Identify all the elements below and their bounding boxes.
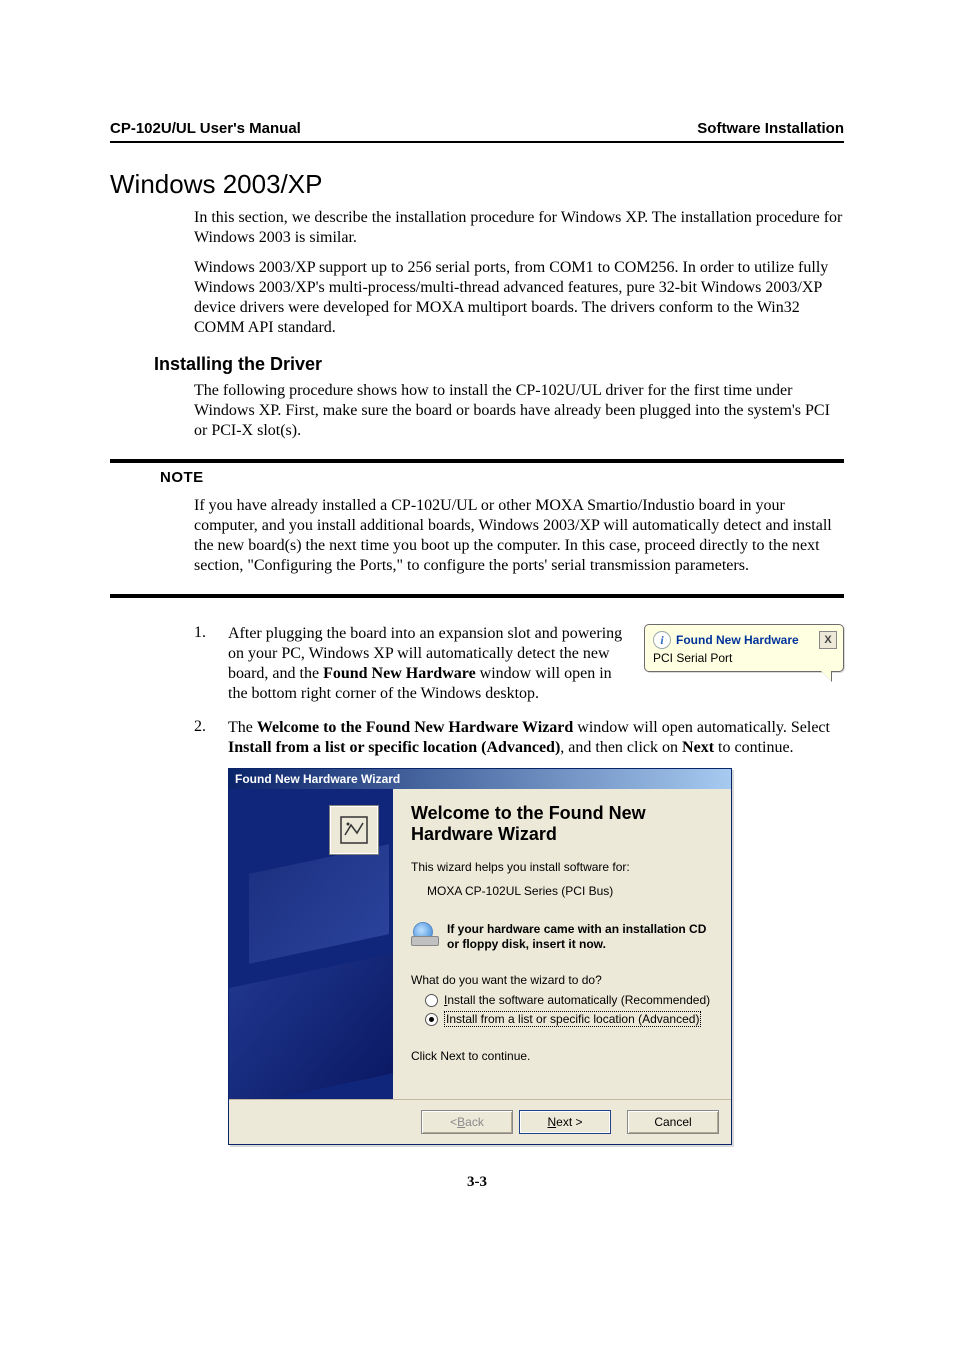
wizard-hardware-icon [329,805,379,855]
document-page: CP-102U/UL User's Manual Software Instal… [0,0,954,1351]
page-number: 3-3 [0,1174,954,1191]
step-1-bold: Found New Hardware [323,665,476,682]
wizard-click-next: Click Next to continue. [411,1049,715,1063]
note-box: NOTE If you have already installed a CP-… [110,459,844,598]
cd-icon [411,922,439,946]
next-button[interactable]: Next > [519,1110,611,1134]
radio-icon [425,994,438,1007]
step-2-post: to continue. [714,739,794,756]
balloon-title-text: Found New Hardware [676,633,799,647]
cancel-button[interactable]: Cancel [627,1110,719,1134]
wizard-titlebar: Found New Hardware Wizard [229,769,731,789]
balloon-tail [821,671,831,681]
step-2-number: 2. [110,718,228,758]
step-2-pre: The [228,719,257,736]
page-header: CP-102U/UL User's Manual Software Instal… [110,120,844,143]
header-right: Software Installation [697,120,844,137]
note-body: If you have already installed a CP-102U/… [194,496,844,576]
wizard-cd-hint: If your hardware came with an installati… [447,922,715,951]
next-post: ext > [556,1115,582,1129]
found-new-hardware-wizard-dialog: Found New Hardware Wizard Welcome to the… [228,768,732,1145]
intro-paragraph-1: In this section, we describe the install… [194,208,844,248]
step-2-bold2: Install from a list or specific location… [228,739,560,756]
step-1-number: 1. [110,624,228,704]
back-post: ack [465,1115,484,1129]
back-button: < Back [421,1110,513,1134]
next-u: N [547,1115,556,1129]
balloon-title: i Found New Hardware [653,631,799,649]
back-pre: < [450,1115,457,1129]
subsection-title: Installing the Driver [154,354,844,375]
wizard-help-line: This wizard helps you install software f… [411,860,715,874]
subsection-paragraph: The following procedure shows how to ins… [194,381,844,441]
wizard-option-advanced[interactable]: Install from a list or specific location… [425,1011,715,1027]
wizard-device-name: MOXA CP-102UL Series (PCI Bus) [427,884,715,898]
balloon-close-button[interactable]: X [819,631,837,649]
step-2-bold1: Welcome to the Found New Hardware Wizard [257,719,573,736]
note-label: NOTE [160,469,844,486]
wizard-side-graphic [229,789,393,1099]
step-1-text: After plugging the board into an expansi… [228,624,638,704]
intro-paragraph-2: Windows 2003/XP support up to 256 serial… [194,258,844,338]
back-u: B [457,1115,465,1129]
step-2-text: The Welcome to the Found New Hardware Wi… [228,718,844,758]
step-1-row: 1. After plugging the board into an expa… [110,624,844,704]
info-icon: i [653,631,671,649]
radio-icon-selected [425,1013,438,1026]
balloon-subtitle: PCI Serial Port [653,651,837,665]
header-left: CP-102U/UL User's Manual [110,120,301,137]
wizard-question: What do you want the wizard to do? [411,973,715,987]
found-new-hardware-balloon: i Found New Hardware X PCI Serial Port [644,624,844,704]
step-2-bold3: Next [682,739,714,756]
step-2-mid1: window will open automatically. Select [573,719,830,736]
wizard-cd-hint-row: If your hardware came with an installati… [411,922,715,951]
step-2-mid2: , and then click on [560,739,682,756]
wizard-option-advanced-label: Install from a list or specific location… [444,1011,701,1027]
wizard-button-bar: < Back Next > Cancel [229,1099,731,1144]
wizard-heading: Welcome to the Found New Hardware Wizard [411,803,715,844]
wizard-option-auto-label: Install the software automatically (Reco… [444,993,710,1007]
section-title: Windows 2003/XP [110,169,844,200]
wizard-option-auto[interactable]: Install the software automatically (Reco… [425,993,715,1007]
step-2-row: 2. The Welcome to the Found New Hardware… [110,718,844,758]
